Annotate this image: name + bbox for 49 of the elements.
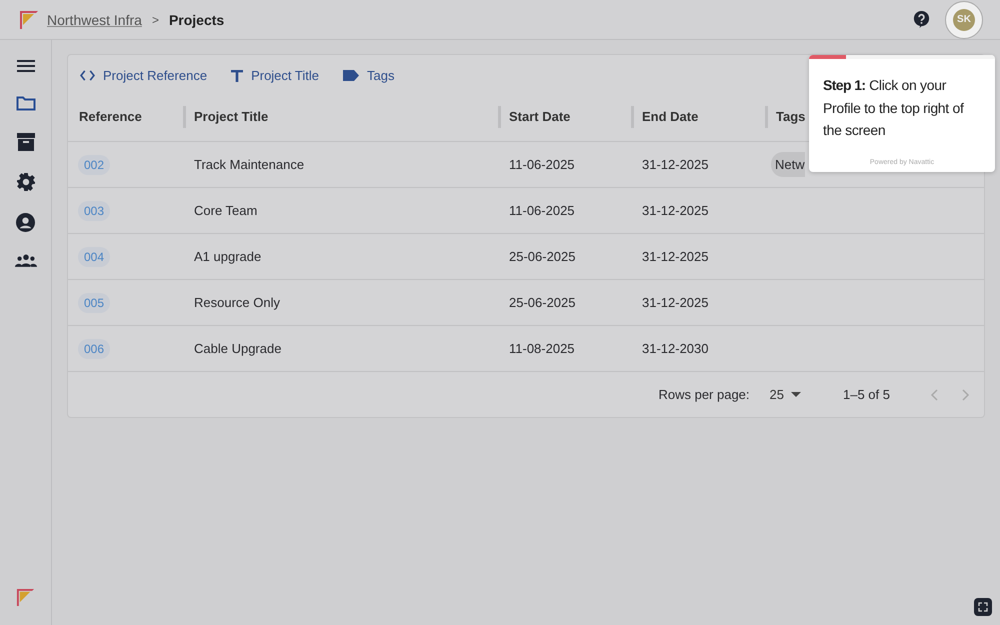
table-cell-text: 31-12-2025 [641, 295, 710, 310]
text-icon [231, 70, 244, 82]
logo-icon [19, 10, 39, 30]
settings-icon[interactable] [16, 173, 34, 191]
breadcrumb-separator: > [152, 12, 159, 26]
table-cell-text: 31-12-2030 [641, 341, 710, 356]
tags-filter-button[interactable]: Tags [340, 66, 396, 85]
reference-chip[interactable]: 005 [78, 293, 110, 313]
table-cell-text: Track Maintenance [193, 157, 306, 172]
help-icon[interactable] [912, 10, 931, 29]
table-cell-text: 31-12-2025 [641, 157, 710, 172]
avatar[interactable]: SK [945, 0, 983, 38]
table-cell-text: 11-06-2025 [508, 157, 576, 172]
column-header: Project Title [183, 106, 498, 128]
column-header: End Date [631, 106, 765, 128]
tag-icon [342, 70, 359, 81]
column-header: Start Date [498, 106, 631, 128]
menu-icon[interactable] [16, 59, 34, 73]
table-cell-text: 11-06-2025 [508, 203, 576, 218]
fullscreen-icon[interactable] [974, 598, 992, 616]
table-cell-text: 11-08-2025 [508, 341, 576, 356]
team-icon[interactable] [14, 254, 36, 267]
reference-filter-button[interactable]: Project Reference [78, 66, 210, 85]
table-cell-text: Resource Only [193, 295, 281, 310]
logo-icon [16, 588, 35, 607]
reference-chip[interactable]: 002 [78, 155, 110, 175]
breadcrumb-link[interactable]: Northwest Infra [47, 12, 142, 28]
title-filter-button[interactable]: Project Title [229, 66, 321, 85]
breadcrumb-current: Projects [168, 12, 224, 28]
profile-icon[interactable] [16, 213, 35, 232]
column-header: Reference [78, 108, 143, 126]
reference-chip[interactable]: 003 [78, 201, 110, 221]
code-icon [80, 70, 95, 81]
table-cell-text: 31-12-2025 [641, 249, 710, 264]
folder-icon[interactable] [16, 95, 36, 111]
page-range: 1–5 of 5 [843, 387, 890, 402]
rows-per-page-label: Rows per page: [658, 387, 750, 402]
archive-icon[interactable] [16, 133, 34, 151]
table-cell-text: 25-06-2025 [508, 249, 576, 264]
caret-icon [791, 392, 801, 397]
tag-chip: Netw [771, 152, 805, 177]
table-cell-text: 25-06-2025 [508, 295, 576, 310]
table-cell-text: 31-12-2025 [641, 203, 710, 218]
table-cell-text: Core Team [193, 203, 258, 218]
rows-per-page-select[interactable]: 25 [764, 386, 807, 403]
table-cell-text: A1 upgrade [193, 249, 262, 264]
table-cell-text: Cable Upgrade [193, 341, 282, 356]
reference-chip[interactable]: 006 [78, 339, 110, 359]
reference-chip[interactable]: 004 [78, 247, 110, 267]
